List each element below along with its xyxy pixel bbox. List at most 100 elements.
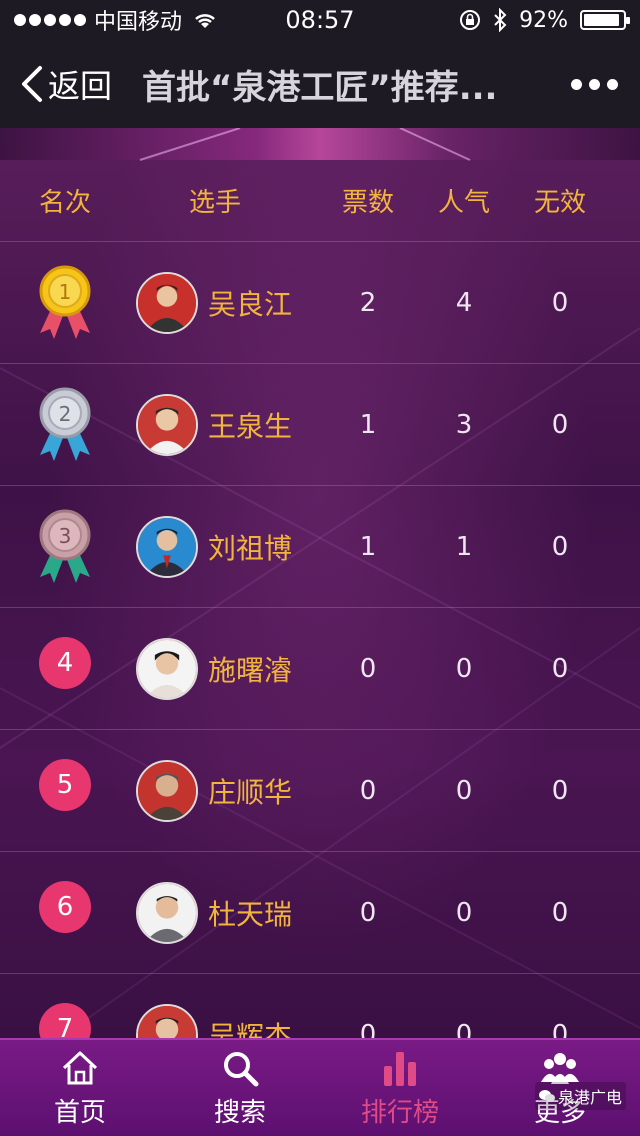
back-button[interactable]: 返回 (18, 61, 112, 107)
vote-count: 0 (359, 775, 377, 806)
wifi-icon (195, 14, 215, 28)
popularity-count: 0 (455, 1019, 473, 1039)
rank-cell: 2 (0, 364, 130, 486)
rank-number: 2 (59, 402, 72, 426)
popularity-count: 0 (455, 897, 473, 928)
player-cell: 庄顺华 (136, 730, 292, 852)
tab-label: 首页 (53, 1097, 106, 1128)
tab-label: 搜索 (213, 1097, 266, 1128)
search-icon (224, 1051, 259, 1086)
chevron-left-icon (22, 66, 42, 102)
vote-count: 2 (359, 287, 377, 318)
wechat-icon (538, 1090, 555, 1102)
popularity-count: 3 (455, 409, 473, 440)
watermark: 泉港广电 (534, 1082, 626, 1110)
vote-count: 0 (359, 1019, 377, 1039)
player-name: 杜天瑞 (208, 897, 293, 931)
avatar (136, 881, 198, 944)
header-invalid: 无效 (533, 188, 586, 218)
ranking-list: 1 吴良江 2 4 0 2 王泉生 1 3 0 3 刘祖博 1 1 0 4 施曙… (0, 242, 640, 1038)
player-cell: 王泉生 (136, 364, 292, 486)
battery-icon (580, 10, 630, 30)
signal-strength-icon (14, 14, 86, 26)
player-name: 刘祖博 (208, 531, 293, 565)
avatar (136, 637, 198, 700)
page-title: 首批“泉港工匠”推荐... (142, 67, 498, 108)
player-cell: 杜天瑞 (136, 852, 292, 974)
popularity-count: 0 (455, 775, 473, 806)
rank-cell: 1 (0, 242, 130, 364)
rank-number: 1 (59, 280, 72, 304)
silver-medal-icon: 2 (39, 387, 91, 461)
avatar (136, 271, 198, 334)
header-rank: 名次 (38, 188, 91, 218)
bar-chart-icon (384, 1051, 416, 1086)
rank-badge: 7 (39, 1002, 91, 1038)
table-row[interactable]: 3 刘祖博 1 1 0 (0, 486, 640, 608)
status-bar: 中国移动 08:57 92% (0, 0, 640, 40)
avatar (136, 1003, 198, 1038)
rank-cell: 3 (0, 486, 130, 608)
tab-ranking[interactable]: 排行榜 (320, 1040, 480, 1136)
tab-search[interactable]: 搜索 (160, 1040, 320, 1136)
watermark-text: 泉港广电 (557, 1088, 622, 1107)
invalid-count: 0 (551, 1019, 569, 1039)
rotation-lock-icon (460, 10, 481, 30)
rank-cell: 4 (0, 608, 130, 730)
avatar (136, 759, 198, 822)
rank-cell: 7 (0, 974, 130, 1038)
avatar (136, 515, 198, 578)
header-votes: 票数 (341, 188, 394, 218)
bronze-medal-icon: 3 (39, 509, 91, 583)
player-cell: 吴良江 (136, 242, 292, 364)
player-name: 吴良江 (208, 287, 293, 321)
player-name: 吴辉杰 (208, 1019, 293, 1039)
popularity-count: 4 (455, 287, 473, 318)
rank-badge: 5 (39, 758, 91, 811)
table-row[interactable]: 6 杜天瑞 0 0 0 (0, 852, 640, 974)
player-cell: 刘祖博 (136, 486, 292, 608)
player-name: 庄顺华 (208, 775, 293, 809)
table-row[interactable]: 5 庄顺华 0 0 0 (0, 730, 640, 852)
invalid-count: 0 (551, 897, 569, 928)
rank-number: 3 (59, 524, 72, 548)
player-name: 施曙濬 (208, 653, 293, 687)
player-name: 王泉生 (208, 409, 293, 443)
popularity-count: 0 (455, 653, 473, 684)
invalid-count: 0 (551, 287, 569, 318)
vote-count: 0 (359, 897, 377, 928)
table-row[interactable]: 4 施曙濬 0 0 0 (0, 608, 640, 730)
table-row[interactable]: 2 王泉生 1 3 0 (0, 364, 640, 486)
carrier-name: 中国移动 (94, 10, 183, 35)
player-cell: 吴辉杰 (136, 974, 293, 1039)
popularity-count: 1 (455, 531, 473, 562)
rank-badge: 6 (39, 880, 91, 933)
invalid-count: 0 (551, 775, 569, 806)
rank-cell: 5 (0, 730, 130, 852)
avatar (136, 393, 198, 456)
battery-percentage: 92% (519, 7, 568, 33)
leaderboard-content[interactable]: 名次 选手 票数 人气 无效 1 吴良江 2 4 0 2 王泉生 1 3 0 3… (0, 128, 640, 1038)
table-header: 名次 选手 票数 人气 无效 (0, 160, 640, 242)
home-icon (62, 1051, 98, 1084)
player-cell: 施曙濬 (136, 608, 292, 730)
vote-count: 1 (359, 409, 377, 440)
rank-cell: 6 (0, 852, 130, 974)
tab-home[interactable]: 首页 (0, 1040, 160, 1136)
vote-count: 0 (359, 653, 377, 684)
invalid-count: 0 (551, 531, 569, 562)
navigation-bar: 返回 首批“泉港工匠”推荐... (0, 40, 640, 128)
table-row[interactable]: 1 吴良江 2 4 0 (0, 242, 640, 364)
back-label: 返回 (48, 67, 113, 105)
header-popularity: 人气 (437, 188, 490, 218)
tab-bar: 首页 搜索 排行榜 更多 泉港广电 (0, 1038, 640, 1136)
bluetooth-icon (494, 8, 507, 32)
more-options-button[interactable] (567, 69, 622, 100)
invalid-count: 0 (551, 653, 569, 684)
vote-count: 1 (359, 531, 377, 562)
tab-label: 排行榜 (360, 1097, 439, 1128)
header-player: 选手 (188, 188, 241, 218)
rank-badge: 4 (39, 636, 91, 689)
table-row[interactable]: 7 吴辉杰 0 0 0 (0, 974, 640, 1038)
gold-medal-icon: 1 (39, 265, 91, 339)
